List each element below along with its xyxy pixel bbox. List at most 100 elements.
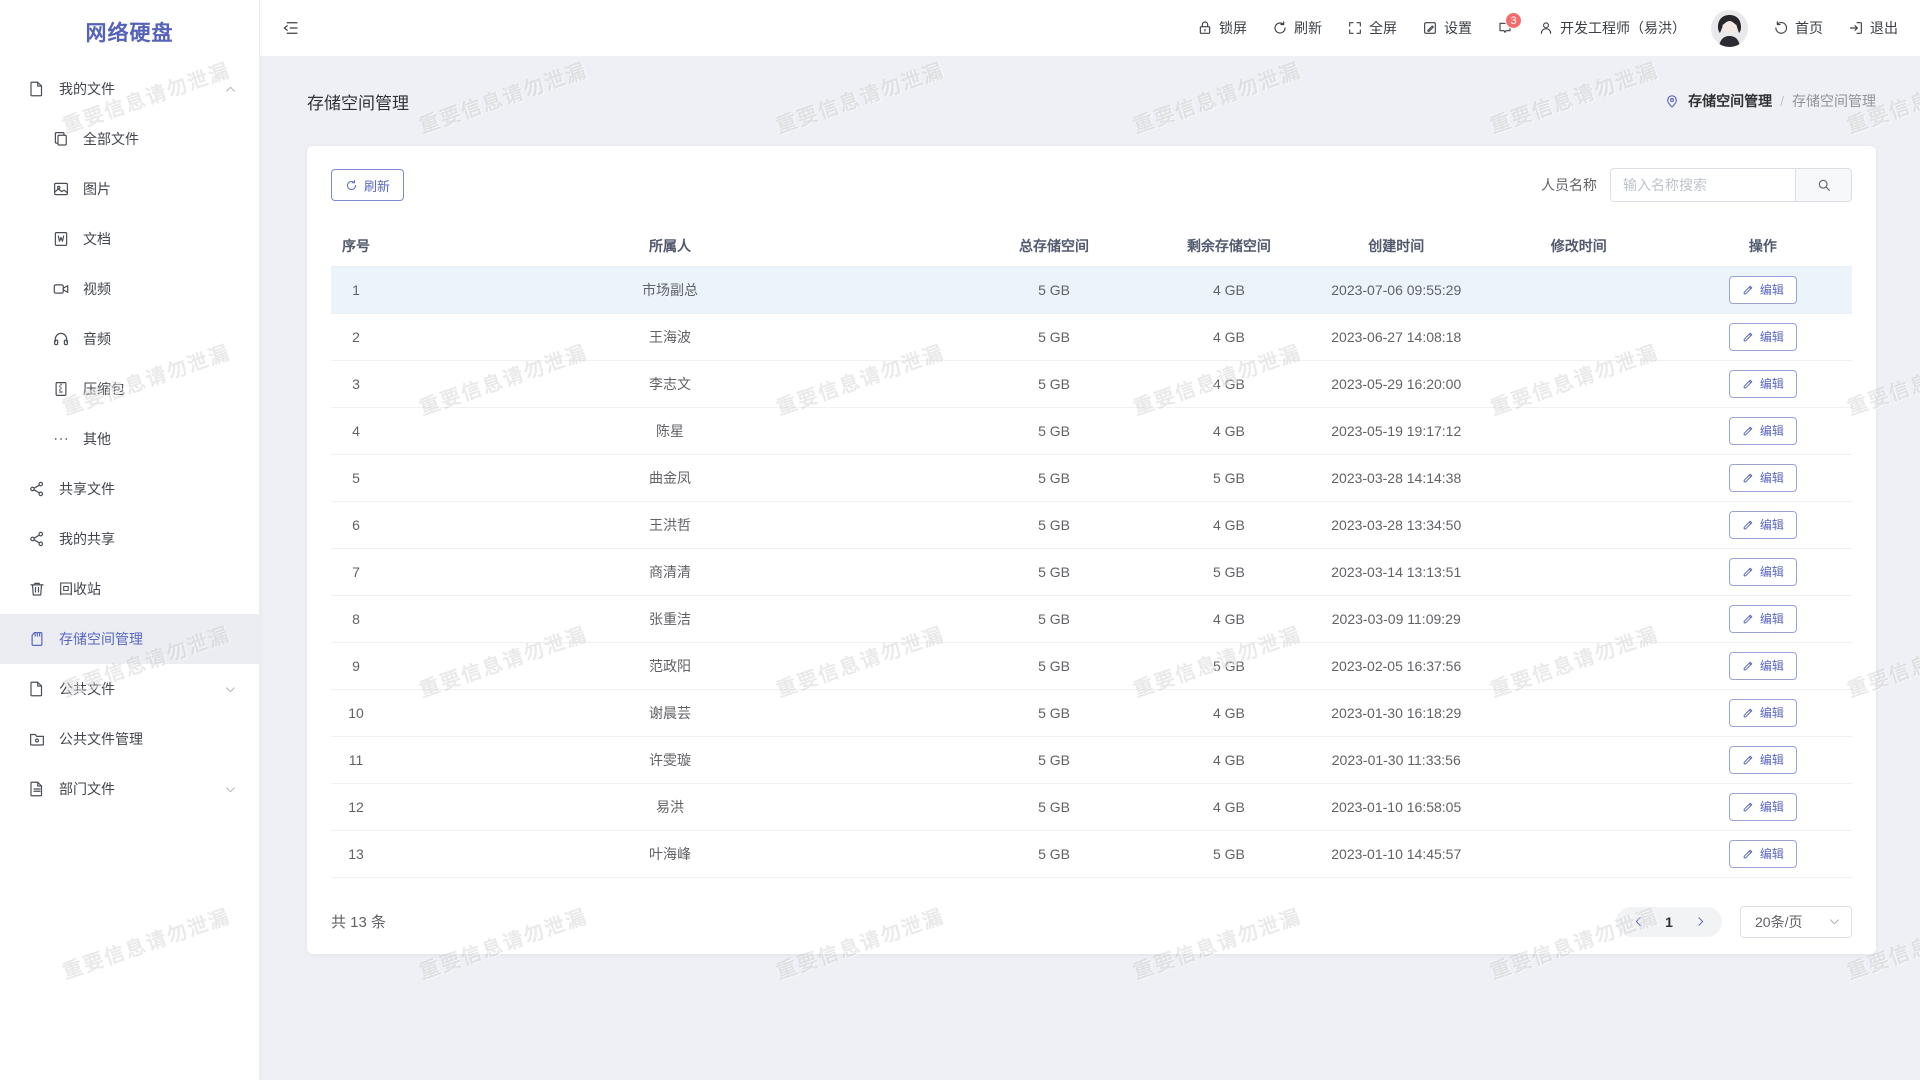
cell-index: 8 — [331, 595, 381, 642]
sidebar-item-my-files[interactable]: 我的文件 — [0, 64, 259, 114]
main-area: 锁屏 刷新 全屏 设置 3 开发工程师（易洪） — [260, 0, 1920, 954]
sidebar-item-archives[interactable]: 压缩包 — [0, 364, 259, 414]
user-menu[interactable]: 开发工程师（易洪） — [1538, 18, 1686, 38]
sidebar-item-others[interactable]: 其他 — [0, 414, 259, 464]
sidebar-item-my-shares[interactable]: 我的共享 — [0, 514, 259, 564]
edit-button[interactable]: 编辑 — [1729, 605, 1797, 633]
table-row: 8 张重洁 5 GB 4 GB 2023-03-09 11:09:29 编辑 — [331, 595, 1852, 642]
cell-index: 5 — [331, 454, 381, 501]
settings-button[interactable]: 设置 — [1422, 18, 1472, 38]
edit-button[interactable]: 编辑 — [1729, 417, 1797, 445]
settings-label: 设置 — [1444, 18, 1472, 38]
cell-remaining-space: 5 GB — [1149, 642, 1309, 689]
cell-owner: 许雯璇 — [381, 736, 959, 783]
cell-total-space: 5 GB — [959, 736, 1149, 783]
sidebar-item-images[interactable]: 图片 — [0, 164, 259, 214]
search-icon — [1816, 177, 1832, 193]
sidebar-item-label: 全部文件 — [83, 129, 139, 149]
refresh-icon — [1272, 20, 1288, 36]
edit-label: 编辑 — [1760, 845, 1784, 862]
pencil-icon — [1742, 424, 1755, 437]
refresh-page-button[interactable]: 刷新 — [1272, 18, 1322, 38]
prev-page-button[interactable] — [1624, 908, 1652, 936]
cell-modified-time — [1484, 313, 1674, 360]
lock-screen-button[interactable]: 锁屏 — [1197, 18, 1247, 38]
edit-button[interactable]: 编辑 — [1729, 558, 1797, 586]
sidebar-item-recycle-bin[interactable]: 回收站 — [0, 564, 259, 614]
edit-button[interactable]: 编辑 — [1729, 840, 1797, 868]
logout-button[interactable]: 退出 — [1848, 18, 1898, 38]
page-number[interactable]: 1 — [1656, 914, 1682, 930]
breadcrumb-root[interactable]: 存储空间管理 — [1688, 91, 1772, 111]
edit-button[interactable]: 编辑 — [1729, 652, 1797, 680]
sidebar-item-documents[interactable]: 文档 — [0, 214, 259, 264]
cell-action: 编辑 — [1674, 313, 1852, 360]
pencil-icon — [1742, 471, 1755, 484]
search-input[interactable] — [1610, 168, 1796, 202]
sidebar-item-shared-files[interactable]: 共享文件 — [0, 464, 259, 514]
sidebar-item-all-files[interactable]: 全部文件 — [0, 114, 259, 164]
next-page-button[interactable] — [1686, 908, 1714, 936]
pencil-icon — [1742, 565, 1755, 578]
cell-created-time: 2023-01-30 11:33:56 — [1309, 736, 1484, 783]
fullscreen-button[interactable]: 全屏 — [1347, 18, 1397, 38]
edit-button[interactable]: 编辑 — [1729, 370, 1797, 398]
logout-label: 退出 — [1870, 18, 1898, 38]
page-size-select[interactable]: 20条/页 — [1740, 906, 1852, 938]
cell-remaining-space: 4 GB — [1149, 595, 1309, 642]
search-button[interactable] — [1796, 168, 1852, 202]
notifications-button[interactable]: 3 — [1497, 20, 1513, 36]
table-row: 6 王洪哲 5 GB 4 GB 2023-03-28 13:34:50 编辑 — [331, 501, 1852, 548]
cell-created-time: 2023-01-10 16:58:05 — [1309, 783, 1484, 830]
cell-modified-time — [1484, 689, 1674, 736]
cell-index: 11 — [331, 736, 381, 783]
cell-remaining-space: 4 GB — [1149, 736, 1309, 783]
pager: 1 — [1616, 907, 1722, 937]
sidebar-item-public-files-management[interactable]: 公共文件管理 — [0, 714, 259, 764]
edit-button[interactable]: 编辑 — [1729, 323, 1797, 351]
cell-modified-time — [1484, 407, 1674, 454]
cell-index: 2 — [331, 313, 381, 360]
edit-button[interactable]: 编辑 — [1729, 699, 1797, 727]
edit-button[interactable]: 编辑 — [1729, 511, 1797, 539]
cell-modified-time — [1484, 501, 1674, 548]
edit-button[interactable]: 编辑 — [1729, 746, 1797, 774]
sidebar-item-department-files[interactable]: 部门文件 — [0, 764, 259, 814]
sidebar-item-storage-management[interactable]: 存储空间管理 — [0, 614, 259, 664]
document-icon — [52, 230, 70, 248]
cell-remaining-space: 4 GB — [1149, 313, 1309, 360]
cell-owner: 商清清 — [381, 548, 959, 595]
search-group: 人员名称 — [1541, 168, 1852, 202]
col-header-remain: 剩余存储空间 — [1149, 226, 1309, 266]
cell-action: 编辑 — [1674, 736, 1852, 783]
edit-button[interactable]: 编辑 — [1729, 793, 1797, 821]
refresh-table-button[interactable]: 刷新 — [331, 169, 404, 201]
total-count: 共 13 条 — [331, 911, 386, 932]
home-button[interactable]: 首页 — [1773, 18, 1823, 38]
cell-modified-time — [1484, 783, 1674, 830]
avatar[interactable] — [1711, 10, 1748, 47]
cell-action: 编辑 — [1674, 407, 1852, 454]
cell-action: 编辑 — [1674, 266, 1852, 313]
cell-total-space: 5 GB — [959, 783, 1149, 830]
pencil-icon — [1742, 612, 1755, 625]
edit-label: 编辑 — [1760, 798, 1784, 815]
sidebar-collapse-button[interactable] — [282, 19, 300, 37]
storage-table: 序号 所属人 总存储空间 剩余存储空间 创建时间 修改时间 操作 1 市场副总 … — [331, 226, 1852, 878]
sidebar-item-public-files[interactable]: 公共文件 — [0, 664, 259, 714]
pencil-icon — [1742, 377, 1755, 390]
cell-created-time: 2023-03-09 11:09:29 — [1309, 595, 1484, 642]
folder-manage-icon — [28, 730, 46, 748]
col-header-index: 序号 — [331, 226, 381, 266]
cell-index: 4 — [331, 407, 381, 454]
home-back-icon — [1773, 20, 1789, 36]
cell-owner: 曲金凤 — [381, 454, 959, 501]
edit-button[interactable]: 编辑 — [1729, 464, 1797, 492]
sidebar-item-audio[interactable]: 音频 — [0, 314, 259, 364]
cell-remaining-space: 4 GB — [1149, 689, 1309, 736]
sidebar-item-videos[interactable]: 视频 — [0, 264, 259, 314]
chevron-down-icon — [1828, 915, 1841, 928]
sidebar-item-label: 部门文件 — [59, 779, 115, 799]
sidebar-item-label: 公共文件管理 — [59, 729, 143, 749]
edit-button[interactable]: 编辑 — [1729, 276, 1797, 304]
